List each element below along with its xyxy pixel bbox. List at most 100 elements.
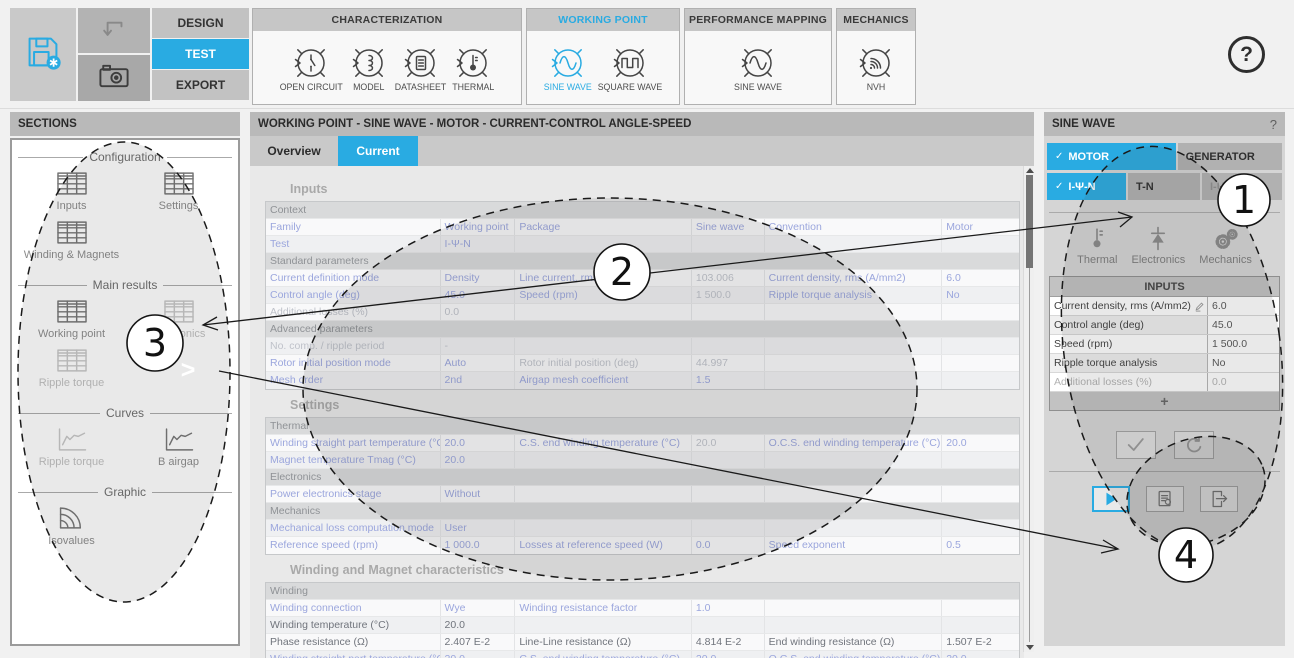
input-value[interactable]: 0.0	[1207, 373, 1279, 391]
sidebar-item-label: B airgap	[158, 456, 199, 468]
reset-button[interactable]	[1174, 431, 1214, 459]
mode-tab-export[interactable]: EXPORT	[152, 70, 249, 100]
add-input-button[interactable]: +	[1050, 392, 1279, 410]
input-label: Control angle (deg)	[1050, 319, 1207, 331]
tool-label: NVH	[867, 82, 886, 92]
table-icon	[163, 170, 195, 197]
report-button[interactable]	[1146, 486, 1184, 512]
tool-performance-mapping-sine-wave[interactable]: SINE WAVE	[732, 43, 784, 92]
tool-mechanics-nvh[interactable]: NVH	[854, 43, 898, 92]
expand-chevron[interactable]: >	[176, 356, 200, 385]
sidebar-item-inputs[interactable]: Inputs	[18, 170, 125, 212]
tool-characterization-model[interactable]: MODEL	[347, 43, 391, 92]
tab-motor[interactable]: ✓MOTOR	[1047, 143, 1176, 170]
scroll-down-arrow[interactable]	[1026, 645, 1034, 650]
table-row: FamilyWorking pointPackageSine waveConve…	[266, 219, 1019, 236]
tool-working-point-square-wave[interactable]: SQUARE WAVE	[596, 43, 665, 92]
table-cell: Package	[515, 219, 692, 235]
table-cell: Rotor initial position (deg)	[515, 355, 692, 371]
sidebar-item-settings[interactable]: Settings	[125, 170, 232, 212]
tab-generator[interactable]: GENERATOR	[1178, 143, 1282, 170]
validate-reset-row	[1047, 431, 1282, 459]
help-button[interactable]: ?	[1228, 36, 1265, 73]
sidebar-item-winding-magnets[interactable]: Winding & Magnets	[18, 219, 125, 261]
table-cell	[765, 617, 943, 633]
table-cell: 1.0	[692, 600, 765, 616]
table-row: Mesh order2ndAirgap mesh coefficient1.5	[266, 372, 1019, 389]
toolbar-group-performance-mapping: PERFORMANCE MAPPING SINE WAVE	[684, 8, 832, 105]
test-tab-i-n[interactable]: ✓I-Ψ-N	[1047, 173, 1126, 200]
settings-electronics-button[interactable]: Electronics	[1131, 225, 1185, 266]
input-label: Speed (rpm)	[1050, 338, 1207, 350]
scrollbar[interactable]	[1023, 166, 1034, 652]
tool-working-point-sine-wave[interactable]: SINE WAVE	[542, 43, 594, 92]
tool-characterization-thermal[interactable]: THERMAL	[450, 43, 496, 92]
settings-thermal-button[interactable]: Thermal	[1077, 225, 1117, 266]
table-cell: User	[441, 520, 516, 536]
checkmark-icon	[1125, 435, 1147, 455]
scrollbar-thumb[interactable]	[1026, 175, 1033, 268]
table-cell	[765, 372, 943, 389]
table-cell	[692, 486, 765, 502]
tool-label: DATASHEET	[395, 82, 446, 92]
test-tab-t-n[interactable]: T-N	[1128, 173, 1200, 200]
tab-current[interactable]: Current	[338, 136, 418, 166]
sidebar-item-isovalues[interactable]: Isovalues	[18, 505, 125, 547]
sidebar-item-electronics[interactable]: Electronics	[125, 298, 232, 340]
table-cell	[942, 338, 1019, 354]
thermometer-icon	[453, 43, 493, 83]
table-cell: Test	[266, 236, 441, 252]
table-cell: 0.5	[942, 537, 1019, 554]
table-cell: 2nd	[441, 372, 516, 389]
tool-characterization-open-circuit[interactable]: OPEN CIRCUIT	[278, 43, 345, 92]
input-value[interactable]: No	[1207, 354, 1279, 372]
table-cell: Reference speed (rpm)	[266, 537, 441, 554]
isovalues-icon	[56, 505, 88, 532]
test-toolbar-groups: CHARACTERIZATION OPEN CIRCUIT MODEL DATA…	[252, 8, 916, 105]
sine-wave-icon	[738, 43, 778, 83]
table-cell: Rotor initial position mode	[266, 355, 441, 371]
test-tab-i-u[interactable]: I-U	[1202, 173, 1282, 200]
section-group-label-graphic: Graphic	[18, 485, 232, 499]
section-title-settings: Settings	[290, 398, 1024, 412]
scroll-up-arrow[interactable]	[1026, 168, 1034, 173]
sidebar-item-working-point[interactable]: Working point	[18, 298, 125, 340]
inputs-table-title: INPUTS	[1050, 277, 1279, 297]
run-test-button[interactable]	[1092, 486, 1130, 512]
section-group-label-main-results: Main results	[18, 278, 232, 292]
input-row-speed-rpm: Speed (rpm)1 500.0	[1050, 335, 1279, 354]
undo-button[interactable]	[78, 8, 150, 53]
table-cell: Losses at reference speed (W)	[515, 537, 692, 554]
toolbar-group-working-point: WORKING POINT SINE WAVE SQUARE WAVE	[526, 8, 680, 105]
screenshot-button[interactable]	[78, 55, 150, 101]
mode-tab-test[interactable]: TEST	[152, 39, 249, 69]
sidebar-item-b-airgap[interactable]: B airgap	[125, 426, 232, 468]
sidebar-item-label: Ripple torque	[39, 377, 104, 389]
sidebar-item-label: Electronics	[152, 328, 206, 340]
curve-icon	[163, 426, 195, 453]
input-label: Ripple torque analysis	[1050, 357, 1207, 369]
table-row: Winding connectionWyeWinding resistance …	[266, 600, 1019, 617]
validate-button[interactable]	[1116, 431, 1156, 459]
mode-tab-design[interactable]: DESIGN	[152, 8, 249, 38]
settings-icons-row: Thermal Electronics Mechanics	[1047, 225, 1282, 266]
tool-characterization-datasheet[interactable]: DATASHEET	[393, 43, 448, 92]
main-content: InputsContextFamilyWorking pointPackageS…	[250, 166, 1024, 658]
save-button[interactable]	[10, 8, 76, 101]
settings-icon-label: Electronics	[1131, 254, 1185, 266]
settings-mechanics-button[interactable]: Mechanics	[1199, 225, 1252, 266]
table-cell: 2.407 E-2	[441, 634, 516, 650]
input-value[interactable]: 1 500.0	[1207, 335, 1279, 353]
table-cell: 1.5	[692, 372, 765, 389]
tab-overview[interactable]: Overview	[250, 136, 338, 166]
table-cell: Sine wave	[692, 219, 765, 235]
input-value[interactable]: 6.0	[1207, 297, 1279, 315]
test-type-tabs: ✓I-Ψ-NT-NI-U	[1047, 173, 1282, 200]
sidebar-item-ripple-torque[interactable]: Ripple torque	[18, 347, 125, 389]
table-subsection-row: Thermal	[266, 418, 1019, 435]
input-value[interactable]: 45.0	[1207, 316, 1279, 334]
export-button[interactable]	[1200, 486, 1238, 512]
curve-icon	[56, 426, 88, 453]
sidebar-item-ripple-torque[interactable]: Ripple torque	[18, 426, 125, 468]
side-help-button[interactable]: ?	[1270, 117, 1277, 132]
